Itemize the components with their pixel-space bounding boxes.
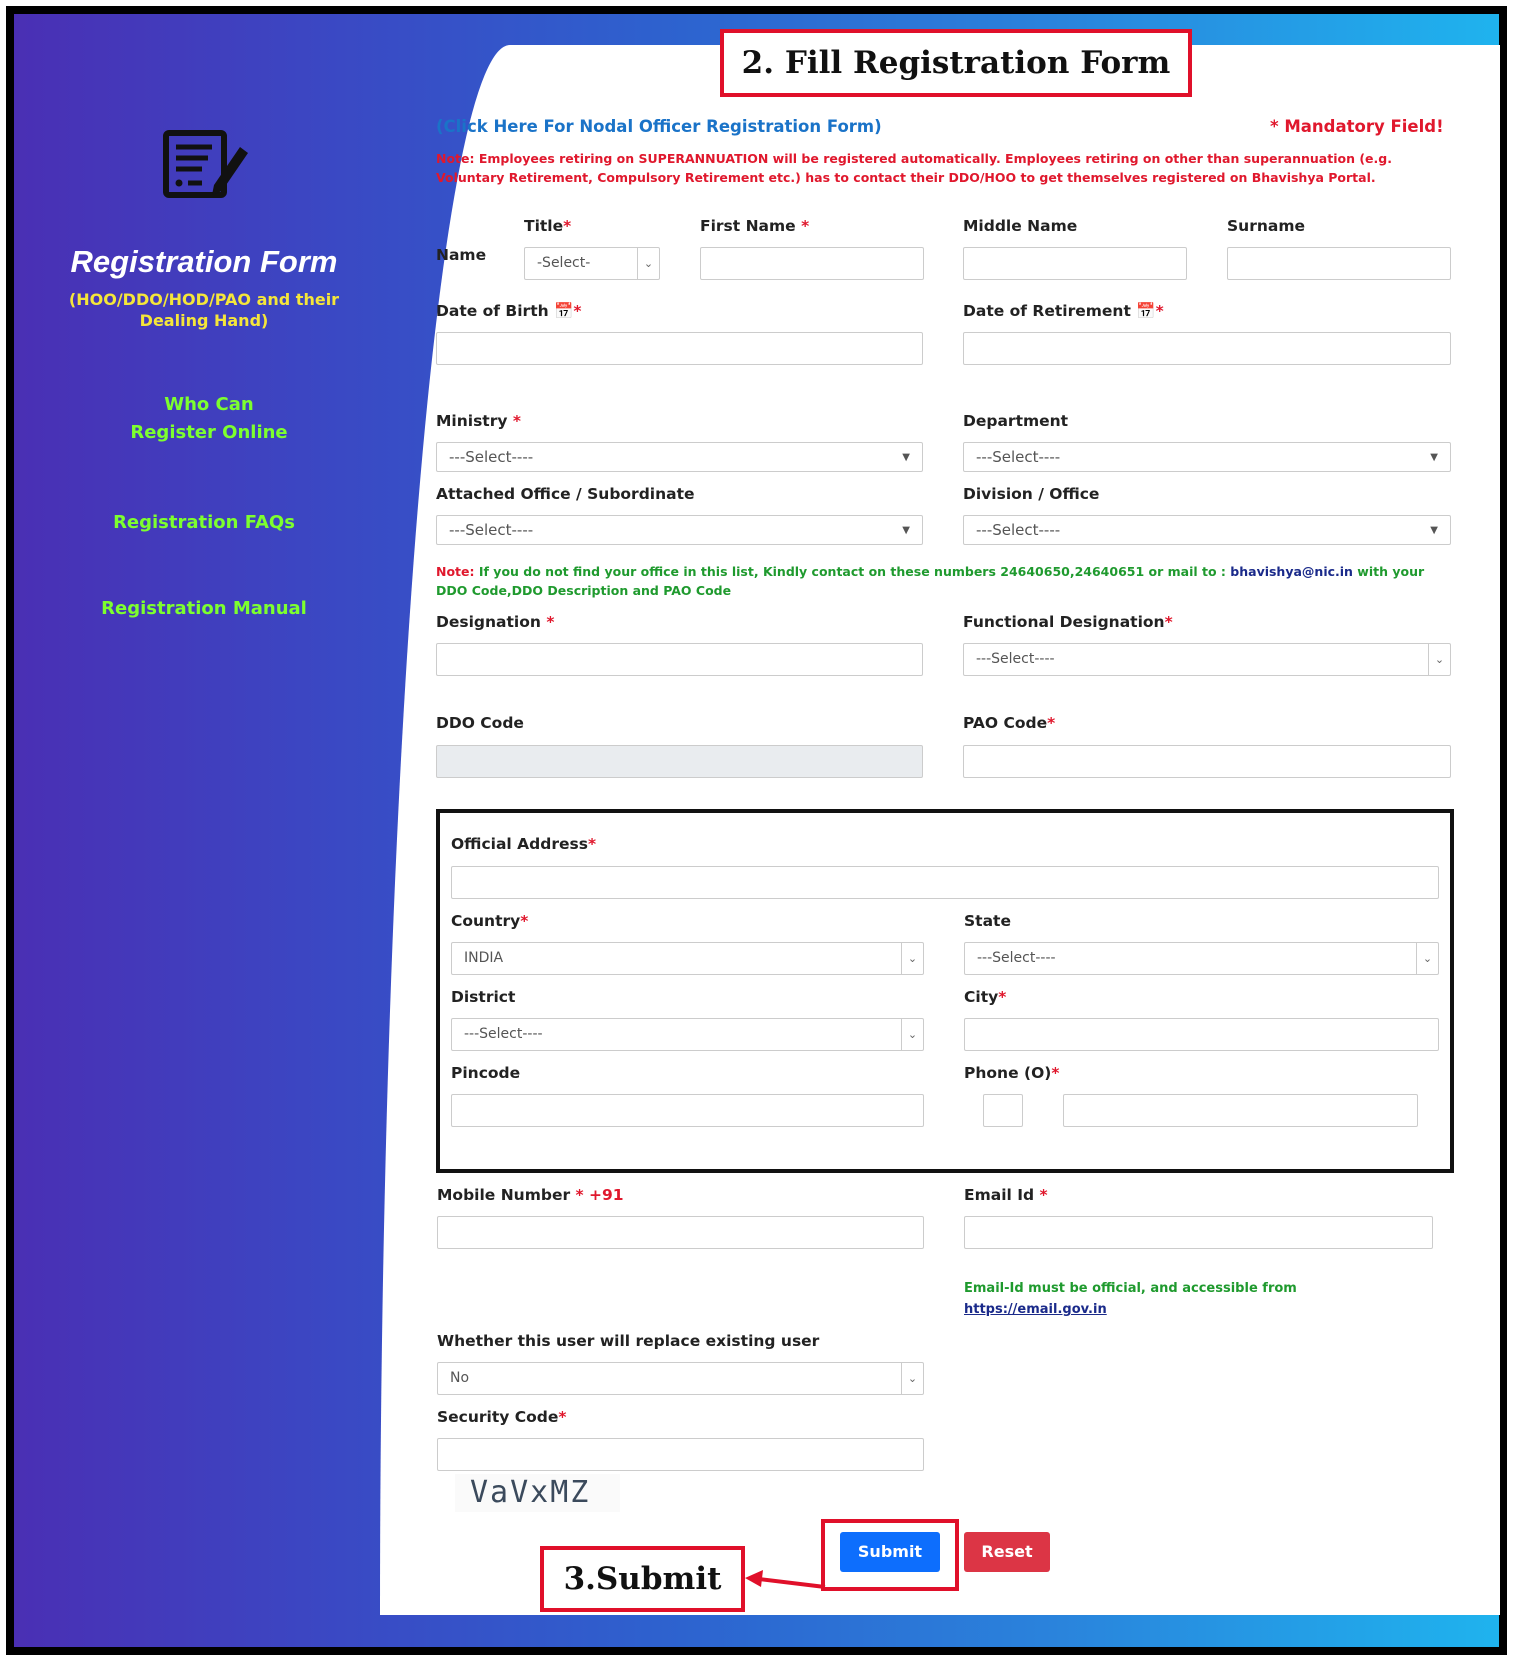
email-id-input[interactable] bbox=[964, 1216, 1433, 1249]
form-edit-icon bbox=[163, 130, 248, 198]
pincode-input[interactable] bbox=[451, 1094, 924, 1127]
dob-label: Date of Birth 📅* bbox=[436, 302, 582, 320]
ddo-code-input bbox=[436, 745, 923, 778]
country-select-value: INDIA bbox=[464, 950, 504, 966]
chevron-down-icon: ⌄ bbox=[901, 943, 923, 974]
replace-user-select-value: No bbox=[450, 1370, 470, 1386]
chevron-down-icon: ⌄ bbox=[637, 248, 659, 279]
annotation-step-2-text: 2. Fill Registration Form bbox=[741, 45, 1171, 81]
sidebar: Registration Form (HOO/DDO/HOD/PAO and t… bbox=[14, 14, 394, 1647]
mobile-number-label: Mobile Number * +91 bbox=[437, 1186, 624, 1204]
official-address-label: Official Address* bbox=[451, 835, 597, 853]
attached-office-label: Attached Office / Subordinate bbox=[436, 485, 695, 503]
designation-input[interactable] bbox=[436, 643, 923, 676]
functional-designation-label: Functional Designation* bbox=[963, 613, 1173, 631]
surname-label: Surname bbox=[1227, 217, 1305, 235]
chevron-down-icon: ⌄ bbox=[901, 1019, 923, 1050]
first-name-label: First Name * bbox=[700, 217, 810, 235]
attached-office-select-value: ---Select---- bbox=[449, 521, 534, 539]
ministry-label: Ministry * bbox=[436, 412, 521, 430]
pincode-label: Pincode bbox=[451, 1064, 521, 1082]
district-select-value: ---Select---- bbox=[464, 1026, 543, 1042]
chevron-down-icon: ⌄ bbox=[1416, 943, 1438, 974]
first-name-input[interactable] bbox=[700, 247, 924, 280]
calendar-icon: 📅 bbox=[554, 302, 574, 320]
caret-down-icon: ▼ bbox=[1430, 525, 1438, 536]
sidebar-subtitle: (HOO/DDO/HOD/PAO and their Dealing Hand) bbox=[68, 290, 340, 330]
country-select[interactable]: INDIA ⌄ bbox=[451, 942, 924, 975]
functional-designation-select-value: ---Select---- bbox=[976, 651, 1055, 667]
pao-code-label: PAO Code* bbox=[963, 714, 1056, 732]
reset-button[interactable]: Reset bbox=[964, 1532, 1050, 1572]
state-label: State bbox=[964, 912, 1011, 930]
phone-number-input[interactable] bbox=[1063, 1094, 1418, 1127]
caret-down-icon: ▼ bbox=[1430, 452, 1438, 463]
division-office-select-value: ---Select---- bbox=[976, 521, 1061, 539]
submit-button[interactable]: Submit bbox=[840, 1532, 940, 1572]
attached-office-select[interactable]: ---Select---- ▼ bbox=[436, 515, 923, 545]
city-label: City* bbox=[964, 988, 1007, 1006]
chevron-down-icon: ⌄ bbox=[1428, 644, 1450, 675]
email-note: Email-Id must be official, and accessibl… bbox=[964, 1281, 1297, 1296]
title-label: Title* bbox=[524, 217, 572, 235]
sidebar-link-registration-faqs[interactable]: Registration FAQs bbox=[34, 509, 374, 537]
sidebar-link-who-can-register[interactable]: Who Can Register Online bbox=[119, 391, 299, 447]
division-office-select[interactable]: ---Select---- ▼ bbox=[963, 515, 1451, 545]
division-office-label: Division / Office bbox=[963, 485, 1100, 503]
mandatory-field-note: * Mandatory Field! bbox=[1270, 117, 1444, 136]
country-label: Country* bbox=[451, 912, 529, 930]
name-row-label: Name bbox=[436, 246, 487, 264]
department-select[interactable]: ---Select---- ▼ bbox=[963, 442, 1451, 472]
ddo-code-label: DDO Code bbox=[436, 714, 524, 732]
email-gov-link[interactable]: https://email.gov.in bbox=[964, 1300, 1107, 1319]
security-code-input[interactable] bbox=[437, 1438, 924, 1471]
email-id-label: Email Id * bbox=[964, 1186, 1048, 1204]
annotation-arrow-icon bbox=[745, 1570, 826, 1589]
ministry-select-value: ---Select---- bbox=[449, 448, 534, 466]
annotation-step-3: 3.Submit bbox=[540, 1546, 745, 1612]
caret-down-icon: ▼ bbox=[902, 452, 910, 463]
state-select-value: ---Select---- bbox=[977, 950, 1056, 966]
functional-designation-select[interactable]: ---Select---- ⌄ bbox=[963, 643, 1451, 676]
mobile-number-input[interactable] bbox=[437, 1216, 924, 1249]
phone-label: Phone (O)* bbox=[964, 1064, 1060, 1082]
department-select-value: ---Select---- bbox=[976, 448, 1061, 466]
state-select[interactable]: ---Select---- ⌄ bbox=[964, 942, 1439, 975]
calendar-icon: 📅 bbox=[1136, 302, 1156, 320]
caret-down-icon: ▼ bbox=[902, 525, 910, 536]
official-address-input[interactable] bbox=[451, 866, 1439, 899]
annotation-step-2: 2. Fill Registration Form bbox=[720, 29, 1192, 97]
middle-name-input[interactable] bbox=[963, 247, 1187, 280]
phone-std-code-input[interactable] bbox=[983, 1094, 1023, 1127]
annotation-step-3-text: 3.Submit bbox=[563, 1561, 722, 1597]
title-select[interactable]: -Select- ⌄ bbox=[524, 247, 660, 280]
dor-input[interactable] bbox=[963, 332, 1451, 365]
pao-code-input[interactable] bbox=[963, 745, 1451, 778]
district-select[interactable]: ---Select---- ⌄ bbox=[451, 1018, 924, 1051]
middle-name-label: Middle Name bbox=[963, 217, 1078, 235]
city-input[interactable] bbox=[964, 1018, 1439, 1051]
chevron-down-icon: ⌄ bbox=[901, 1363, 923, 1394]
sidebar-title: Registration Form bbox=[70, 244, 338, 279]
dor-label: Date of Retirement 📅* bbox=[963, 302, 1164, 320]
office-contact-note: Note: If you do not find your office in … bbox=[436, 564, 1425, 598]
ministry-select[interactable]: ---Select---- ▼ bbox=[436, 442, 923, 472]
district-label: District bbox=[451, 988, 516, 1006]
dob-input[interactable] bbox=[436, 332, 923, 365]
surname-input[interactable] bbox=[1227, 247, 1451, 280]
security-code-label: Security Code* bbox=[437, 1408, 567, 1426]
title-select-value: -Select- bbox=[537, 255, 591, 271]
designation-label: Designation * bbox=[436, 613, 555, 631]
captcha-image: VaVxMZ bbox=[455, 1474, 620, 1512]
replace-user-select[interactable]: No ⌄ bbox=[437, 1362, 924, 1395]
department-label: Department bbox=[963, 412, 1069, 430]
sidebar-link-registration-manual[interactable]: Registration Manual bbox=[34, 595, 374, 623]
superannuation-note: Note: Employees retiring on SUPERANNUATI… bbox=[436, 151, 1392, 185]
nodal-officer-link[interactable]: (Click Here For Nodal Officer Registrati… bbox=[436, 117, 882, 136]
replace-user-label: Whether this user will replace existing … bbox=[437, 1332, 820, 1350]
